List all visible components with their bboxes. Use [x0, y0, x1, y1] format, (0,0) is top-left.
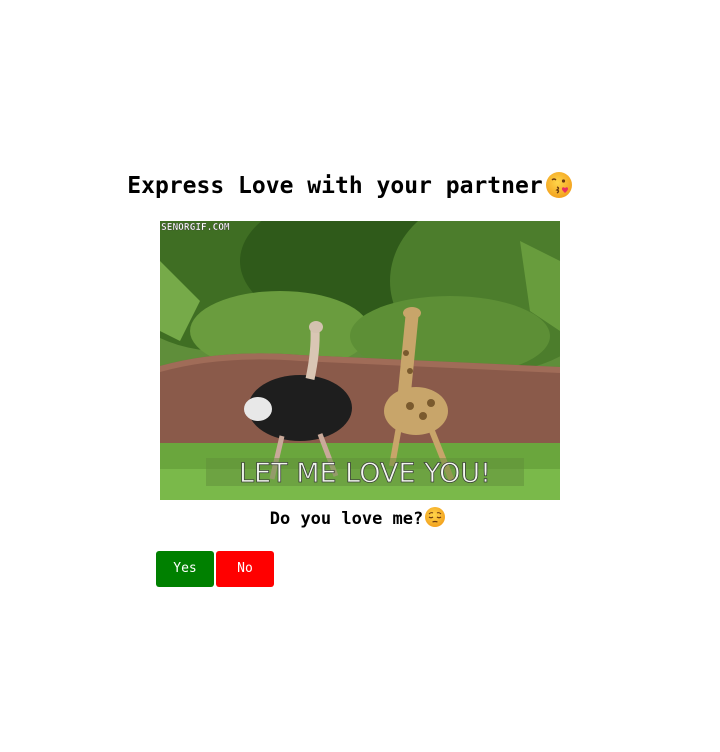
face-blowing-a-kiss-icon	[545, 172, 572, 198]
love-question-text: Do you love me?	[269, 509, 424, 529]
love-gif-image: LET ME LOVE YOU! SENORGIF.COM	[160, 221, 560, 500]
no-button[interactable]: No	[216, 551, 274, 587]
page-title-text: Express Love with your partner	[127, 173, 543, 199]
page-title: Express Love with your partner	[0, 170, 700, 202]
pensive-face-icon	[425, 507, 446, 527]
gif-scene: LET ME LOVE YOU! SENORGIF.COM	[160, 221, 560, 500]
yes-button[interactable]: Yes	[156, 551, 214, 587]
page: Express Love with your partner LET ME LO…	[0, 0, 720, 752]
gif-caption: LET ME LOVE YOU!	[239, 458, 491, 489]
love-question: Do you love me?	[0, 506, 716, 532]
gif-watermark: SENORGIF.COM	[161, 222, 230, 233]
